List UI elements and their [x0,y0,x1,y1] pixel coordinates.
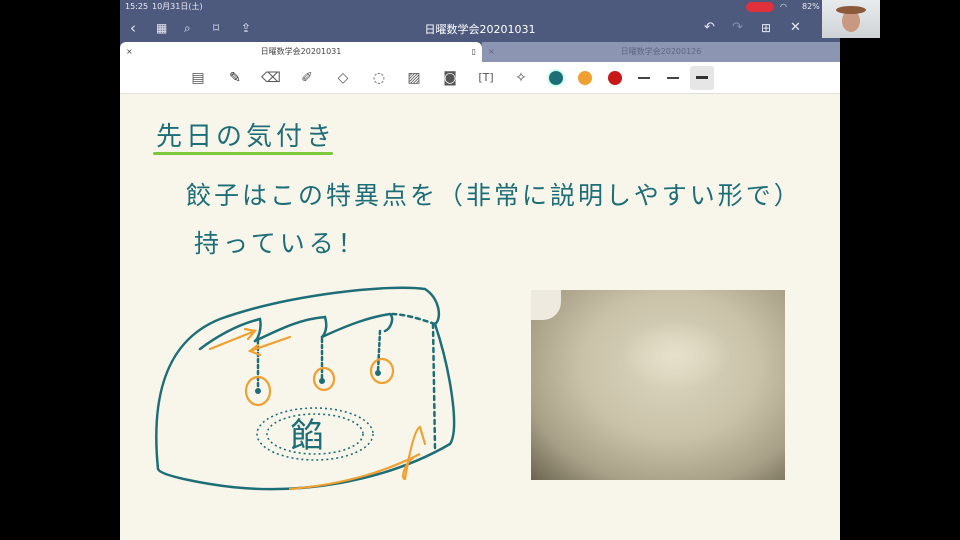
tab-close-icon[interactable]: × [126,42,133,62]
pen-icon[interactable]: ✎ [225,68,245,88]
battery-text: 82% [802,2,820,11]
stroke-medium[interactable] [667,77,679,79]
heading-underline [153,152,333,155]
nav-bar: ‹ ▦ ⌕ ⌑ ⇪ 日曜数学会20201031 ↶ ↷ ⊞ ✕ [120,14,840,42]
split-view-icon[interactable]: ▯ [472,42,476,62]
shapes-icon[interactable]: ◇ [333,68,353,88]
page-tool-icon[interactable]: ▤ [188,68,208,88]
status-time: 15:25 [125,2,149,11]
status-date: 10月31日(土) [152,2,203,11]
image-icon[interactable]: ▨ [404,68,424,88]
tab-label: 日曜数学会20200126 [620,47,702,56]
textbox-icon[interactable]: [T] [476,68,496,88]
laser-pointer-icon[interactable]: ✧ [511,68,531,88]
tab-label: 日曜数学会20201031 [260,47,342,56]
photo-rice [531,290,561,320]
note-line-2: 持っている！ [194,229,367,258]
photo-highlight [621,320,731,390]
stroke-thin[interactable] [638,77,650,79]
note-page[interactable]: 先日の気付き 餃子はこの特異点を（非常に説明しやすい形で） 持っている！ 餡 [120,94,840,540]
diagram-label-an: 餡 [290,416,324,456]
add-page-icon[interactable]: ⊞ [761,18,771,38]
tab-bar: × 日曜数学会20201031 ▯ × 日曜数学会20200126 [120,42,840,62]
toolbar: ▤ ✎ ⌫ ✐ ◇ ◌ ▨ ◙ [T] ✧ [120,62,840,94]
gyoza-photo[interactable] [531,290,785,480]
color-swatch-teal[interactable] [549,71,563,85]
eraser-icon[interactable]: ⌫ [261,68,281,88]
color-swatch-red[interactable] [608,71,622,85]
recording-indicator [746,2,774,12]
ipad-screen: 15:25 10月31日(土) ◠ 82% ‹ ▦ ⌕ ⌑ ⇪ 日曜数学会202… [120,0,840,540]
participant-hat [836,6,866,14]
stroke-thick-selected[interactable] [690,66,714,90]
undo-icon[interactable]: ↶ [704,18,715,38]
webcam-thumbnail [822,0,880,38]
lasso-icon[interactable]: ◌ [369,68,389,88]
tab-inactive[interactable]: × 日曜数学会20200126 [482,42,840,62]
tab-close-icon[interactable]: × [488,42,495,62]
tab-active[interactable]: × 日曜数学会20201031 ▯ [120,42,482,62]
close-icon[interactable]: ✕ [790,18,801,38]
note-line-1: 餃子はこの特異点を（非常に説明しやすい形で） [186,181,802,210]
camera-icon[interactable]: ◙ [440,68,460,88]
redo-icon[interactable]: ↷ [732,18,743,38]
wifi-icon: ◠ [780,2,787,11]
color-swatch-orange[interactable] [578,71,592,85]
dumpling-diagram: 餡 [155,286,456,491]
status-bar: 15:25 10月31日(土) ◠ 82% [120,0,840,14]
note-heading: 先日の気付き [156,122,337,152]
highlighter-icon[interactable]: ✐ [297,68,317,88]
